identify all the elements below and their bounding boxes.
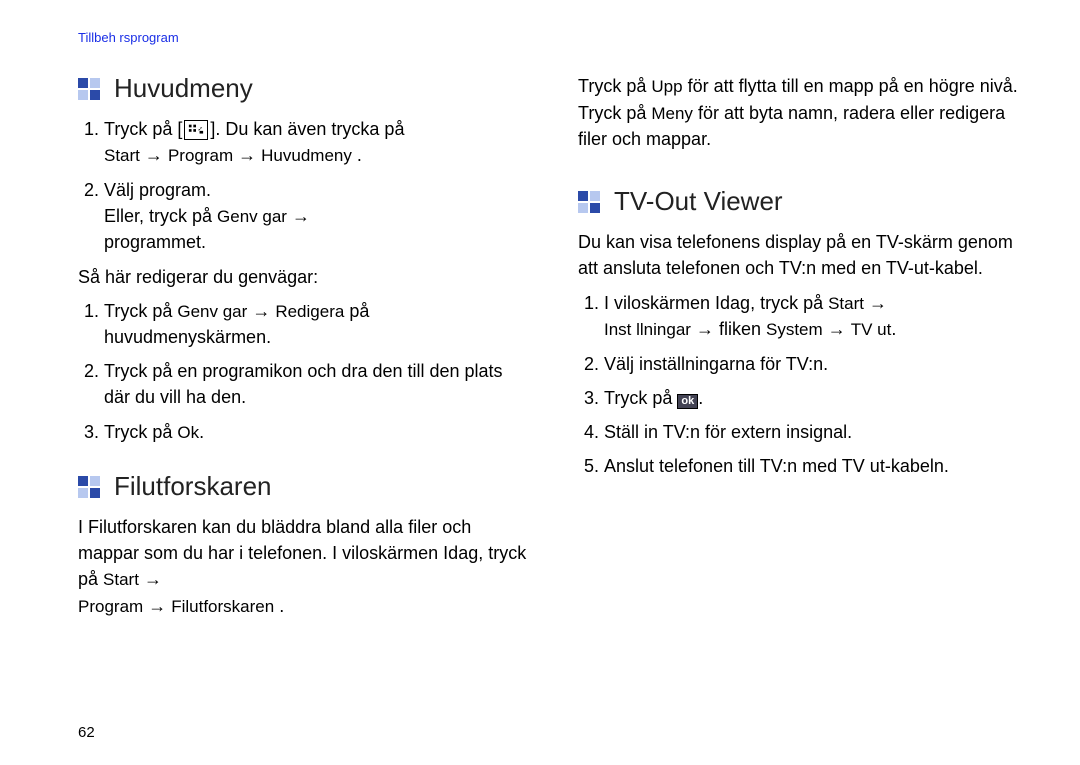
text: Tryck på (604, 388, 677, 408)
list-item: Anslut telefonen till TV:n med TV ut-kab… (604, 453, 1030, 479)
text: ]. Du kan även trycka på (210, 119, 404, 139)
content-columns: Huvudmeny Tryck på [ ]. Du kan även tryc (78, 65, 1030, 628)
huvudmeny-steps: Tryck på [ ]. Du kan även trycka på Star… (78, 116, 530, 256)
text: Tryck på (578, 76, 651, 96)
redig-intro: Så här redigerar du genvägar: (78, 264, 530, 290)
ui-label-redigera: Redigera (275, 302, 344, 321)
list-item: Välj program. Eller, tryck på Genv gar →… (104, 177, 530, 256)
ui-label-start: Start (828, 294, 864, 313)
ui-label-system: System (766, 320, 823, 339)
ok-button-icon: ok (677, 394, 698, 409)
ui-label-upp: Upp (651, 77, 682, 96)
text: Välj program. (104, 180, 211, 200)
text: . (698, 388, 703, 408)
list-item: Tryck på Ok. (104, 419, 530, 446)
list-item: I viloskärmen Idag, tryck på Start → Ins… (604, 290, 1030, 343)
ui-label-meny: Meny (651, 104, 693, 123)
text: programmet. (104, 232, 206, 252)
page-number: 62 (78, 724, 95, 741)
huvudmeny-heading: Huvudmeny (78, 73, 530, 104)
filutforskaren-intro: I Filutforskaren kan du bläddra bland al… (78, 514, 530, 619)
list-item: Tryck på en programikon och dra den till… (104, 358, 530, 410)
ui-label-tvut: TV ut (851, 320, 892, 339)
home-apps-icon (184, 120, 208, 140)
huvudmeny-title: Huvudmeny (114, 73, 253, 104)
ui-label-installningar: Inst llningar (604, 320, 691, 339)
list-item: Tryck på Genv gar → Redigera på huvudmen… (104, 298, 530, 351)
text: . (891, 319, 896, 339)
arrow-icon: → (252, 301, 270, 321)
text: Eller, tryck på (104, 206, 217, 226)
ui-label-huvudmeny: Huvudmeny (261, 146, 352, 165)
tvout-heading: TV-Out Viewer (578, 186, 1030, 217)
arrow-icon: → (696, 319, 714, 339)
squares-icon (78, 476, 100, 498)
list-item: Välj inställningarna för TV:n. (604, 351, 1030, 377)
tvout-steps: I viloskärmen Idag, tryck på Start → Ins… (578, 290, 1030, 480)
ui-label-program: Program (78, 597, 143, 616)
arrow-icon: → (828, 319, 846, 339)
text: . (279, 596, 284, 616)
redig-steps: Tryck på Genv gar → Redigera på huvudmen… (78, 298, 530, 446)
ui-label-ok: Ok (177, 423, 199, 442)
list-item: Tryck på [ ]. Du kan även trycka på Star… (104, 116, 530, 169)
filutforskaren-cont: Tryck på Upp för att flytta till en mapp… (578, 73, 1030, 152)
squares-icon (78, 78, 100, 100)
section-header: Tillbeh rsprogram (78, 30, 1030, 45)
text: . (357, 145, 362, 165)
text: Tryck på (104, 422, 177, 442)
list-item: Ställ in TV:n för extern insignal. (604, 419, 1030, 445)
arrow-icon: → (144, 569, 162, 589)
text: . (199, 422, 204, 442)
page: Tillbeh rsprogram Huvudmeny Tryck på (0, 0, 1080, 765)
ui-label-program: Program (168, 146, 233, 165)
list-item: Tryck på ok. (604, 385, 1030, 411)
text: I viloskärmen Idag, tryck på (604, 293, 828, 313)
arrow-icon: → (869, 293, 887, 313)
ui-label-start: Start (104, 146, 140, 165)
arrow-icon: → (292, 206, 310, 226)
tvout-intro: Du kan visa telefonens display på en TV-… (578, 229, 1030, 281)
filutforskaren-title: Filutforskaren (114, 471, 272, 502)
right-column: Tryck på Upp för att flytta till en mapp… (578, 65, 1030, 628)
ui-label-genvagar: Genv gar (217, 207, 287, 226)
text: Tryck på (104, 301, 177, 321)
tvout-title: TV-Out Viewer (614, 186, 783, 217)
ui-label-genvagar: Genv gar (177, 302, 247, 321)
filutforskaren-heading: Filutforskaren (78, 471, 530, 502)
squares-icon (578, 191, 600, 213)
left-column: Huvudmeny Tryck på [ ]. Du kan även tryc (78, 65, 530, 628)
arrow-icon: → (145, 145, 163, 165)
arrow-icon: → (148, 596, 166, 616)
arrow-icon: → (238, 145, 256, 165)
text: fliken (714, 319, 766, 339)
ui-label-filutforskaren: Filutforskaren (171, 597, 274, 616)
ui-label-start: Start (103, 570, 139, 589)
text: Tryck på [ (104, 119, 182, 139)
